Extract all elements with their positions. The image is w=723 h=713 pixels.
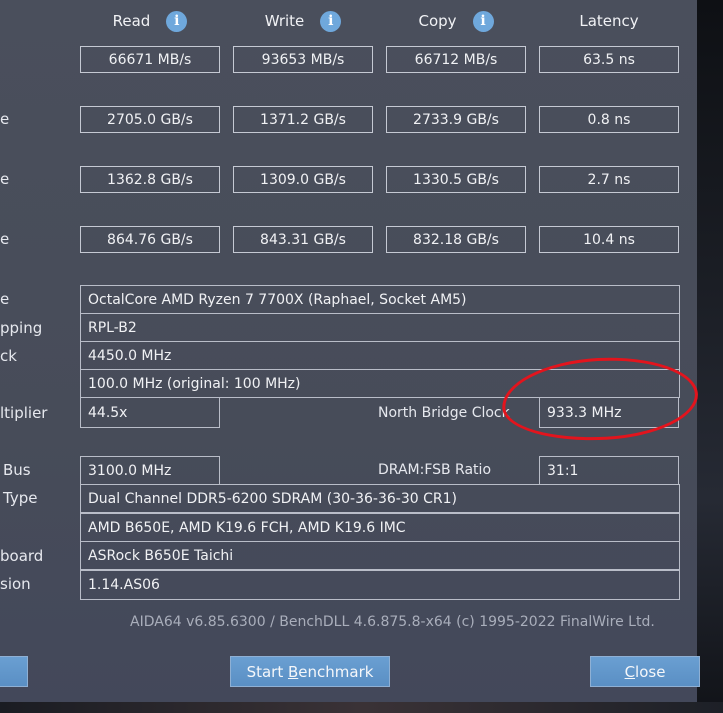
north-bridge-clock-label: North Bridge Clock xyxy=(378,405,510,421)
header-write: Write i xyxy=(233,10,373,32)
memory-copy-value: 66712 MB/s xyxy=(386,46,526,73)
cpu-fsb-field: 100.0 MHz (original: 100 MHz) xyxy=(80,369,680,398)
start-benchmark-button[interactable]: Start Benchmark xyxy=(230,656,390,687)
row-label-l2-cache: e xyxy=(0,170,10,188)
l2-write-value: 1309.0 GB/s xyxy=(233,166,373,193)
close-button[interactable]: Close xyxy=(590,656,700,687)
background-bottom-edge xyxy=(0,702,723,713)
dram-fsb-ratio-field: 31:1 xyxy=(539,456,679,485)
memory-type-field: Dual Channel DDR5-6200 SDRAM (30-36-36-3… xyxy=(80,484,680,513)
version-footer: AIDA64 v6.85.6300 / BenchDLL 4.6.875.8-x… xyxy=(130,614,655,630)
cpu-clock-field: 4450.0 MHz xyxy=(80,341,680,370)
close-accel: C xyxy=(624,662,636,681)
l1-read-value: 2705.0 GB/s xyxy=(80,106,220,133)
header-write-label: Write xyxy=(264,12,305,30)
cpu-clock-label: ck xyxy=(0,347,17,365)
background-edge xyxy=(697,0,723,713)
memory-type-label: Type xyxy=(3,489,38,507)
cpu-multiplier-field: 44.5x xyxy=(80,397,220,428)
dram-fsb-ratio-label: DRAM:FSB Ratio xyxy=(378,462,492,478)
l3-read-value: 864.76 GB/s xyxy=(80,226,220,253)
bios-version-label: sion xyxy=(0,575,31,593)
cpu-multiplier-label: ltiplier xyxy=(0,404,48,422)
l2-latency-value: 2.7 ns xyxy=(539,166,679,193)
l3-latency-value: 10.4 ns xyxy=(539,226,679,253)
memory-write-value: 93653 MB/s xyxy=(233,46,373,73)
cpu-type-field: OctalCore AMD Ryzen 7 7700X (Raphael, So… xyxy=(80,285,680,314)
start-benchmark-suffix: enchmark xyxy=(298,662,374,681)
motherboard-field: ASRock B650E Taichi xyxy=(80,541,680,570)
save-button[interactable] xyxy=(0,656,28,687)
info-icon[interactable]: i xyxy=(166,10,188,32)
l1-copy-value: 2733.9 GB/s xyxy=(386,106,526,133)
cpu-stepping-label: pping xyxy=(0,319,43,337)
l1-latency-value: 0.8 ns xyxy=(539,106,679,133)
l2-read-value: 1362.8 GB/s xyxy=(80,166,220,193)
l3-write-value: 843.31 GB/s xyxy=(233,226,373,253)
l2-copy-value: 1330.5 GB/s xyxy=(386,166,526,193)
header-latency: Latency xyxy=(539,10,679,32)
header-copy: Copy i xyxy=(386,10,526,32)
close-suffix: lose xyxy=(635,662,666,681)
l1-write-value: 1371.2 GB/s xyxy=(233,106,373,133)
memory-read-value: 66671 MB/s xyxy=(80,46,220,73)
memory-latency-value: 63.5 ns xyxy=(539,46,679,73)
north-bridge-clock-field: 933.3 MHz xyxy=(539,397,679,428)
chipset-field: AMD B650E, AMD K19.6 FCH, AMD K19.6 IMC xyxy=(80,513,680,542)
header-copy-label: Copy xyxy=(418,12,457,30)
row-label-l1-cache: e xyxy=(0,110,10,128)
row-label-l3-cache: e xyxy=(0,230,10,248)
header-read-label: Read xyxy=(112,12,151,30)
cpu-stepping-field: RPL-B2 xyxy=(80,313,680,342)
start-benchmark-accel: B xyxy=(287,662,299,681)
info-icon[interactable]: i xyxy=(472,10,494,32)
memory-bus-label: Bus xyxy=(3,461,31,479)
info-icon[interactable]: i xyxy=(320,10,342,32)
memory-bus-field: 3100.0 MHz xyxy=(80,456,220,485)
cpu-type-label: e xyxy=(0,290,10,308)
motherboard-label: board xyxy=(0,547,44,565)
header-latency-label: Latency xyxy=(579,12,639,30)
start-benchmark-prefix: Start xyxy=(246,662,288,681)
bios-version-field: 1.14.AS06 xyxy=(80,570,680,600)
l3-copy-value: 832.18 GB/s xyxy=(386,226,526,253)
header-read: Read i xyxy=(80,10,220,32)
